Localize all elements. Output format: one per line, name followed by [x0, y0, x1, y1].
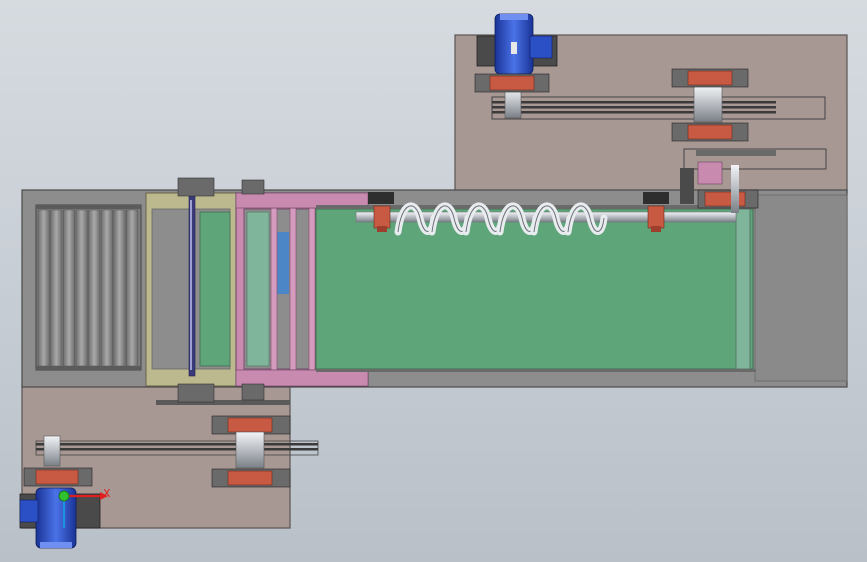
conveyor-rail-bottom: [316, 369, 756, 372]
lower-chain: [156, 400, 290, 405]
hopper-shaft-highlight: [190, 200, 192, 370]
top-chain: [696, 150, 776, 156]
roller-slat: [88, 209, 101, 367]
pink-strip-bottom: [235, 369, 369, 387]
lower-pulley-right: [235, 431, 265, 469]
lower-belt-2: [36, 448, 318, 451]
roller-slat: [50, 209, 63, 367]
sprocket-pink-top: [241, 179, 265, 195]
roller-slat: [37, 209, 50, 367]
lower-bearing-1: [211, 415, 291, 435]
cad-viewport[interactable]: X: [0, 0, 867, 562]
top-belt-2: [492, 106, 776, 109]
auger-mount-right: [643, 192, 669, 204]
sprocket-hopper-top: [177, 177, 215, 197]
pink-bar-2: [289, 207, 297, 371]
lower-bearing-3: [23, 467, 93, 487]
roller-slat: [63, 209, 75, 367]
lower-belt-1: [36, 443, 318, 446]
top-belt-1: [492, 101, 776, 104]
auger-mount-left: [368, 192, 394, 204]
hopper-section[interactable]: [145, 192, 237, 387]
sprocket-pink-bottom: [241, 383, 265, 401]
roller-slat: [113, 209, 126, 367]
sprocket-hopper-bottom: [177, 383, 215, 403]
top-pulley-right: [693, 85, 723, 123]
lower-bearing-2: [211, 468, 291, 488]
roller-bank[interactable]: [35, 204, 142, 371]
roller-side-rail-bottom: [36, 366, 141, 370]
pink-bar-3: [308, 207, 316, 371]
top-pulley-left: [504, 87, 522, 119]
pink-bar-1: [270, 207, 278, 371]
lower-pulley-left: [43, 435, 61, 467]
top-bearing-1: [474, 73, 550, 93]
auger-bearing-left: [373, 205, 391, 232]
auger-shaft: [355, 211, 737, 223]
roller-slat: [75, 209, 88, 367]
pink-roller-a: [246, 211, 270, 367]
top-bearing-3: [671, 122, 749, 142]
x-axis-label: X: [103, 487, 111, 500]
roller-slat: [126, 209, 139, 367]
conveyor-end-roller: [735, 208, 751, 370]
hopper-belt: [199, 211, 231, 367]
top-bearing-2: [671, 68, 749, 88]
auger-bearing-right: [647, 205, 665, 232]
base-inner-right: [754, 194, 848, 382]
top-belt-3: [492, 111, 776, 114]
assembly-drawing[interactable]: X: [0, 0, 867, 562]
roller-slat: [100, 209, 113, 367]
roller-side-rail-top: [36, 205, 141, 209]
